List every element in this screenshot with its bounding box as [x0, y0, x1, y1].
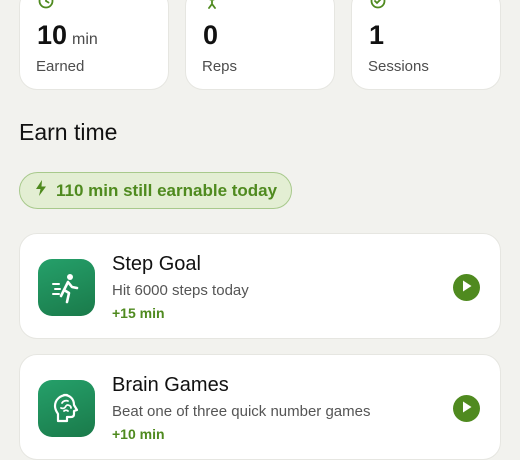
- play-button[interactable]: [453, 274, 480, 301]
- activity-title: Step Goal: [112, 253, 201, 275]
- play-icon: [462, 400, 472, 418]
- walking-icon: [38, 259, 95, 316]
- clock-icon: [37, 0, 55, 11]
- play-button[interactable]: [453, 395, 480, 422]
- activity-card-step-goal[interactable]: Step Goal Hit 6000 steps today +15 min: [19, 233, 501, 339]
- stat-label: Earned: [36, 58, 85, 75]
- stat-card-reps: 0 Reps: [185, 0, 335, 90]
- figure-icon: [203, 0, 221, 11]
- brain-icon: [38, 380, 95, 437]
- section-title: Earn time: [19, 119, 118, 145]
- activity-card-brain-games[interactable]: Brain Games Beat one of three quick numb…: [19, 354, 501, 460]
- bolt-icon: [34, 179, 48, 202]
- stat-unit: min: [72, 31, 98, 48]
- stat-value: 1: [369, 20, 385, 50]
- stat-label: Sessions: [368, 58, 429, 75]
- stat-card-sessions: 1 Sessions: [351, 0, 501, 90]
- earnable-text: 110 min still earnable today: [56, 180, 278, 200]
- activity-description: Hit 6000 steps today: [112, 282, 249, 299]
- stat-label: Reps: [202, 58, 238, 75]
- play-icon: [462, 279, 472, 297]
- stat-value: 0: [203, 20, 219, 50]
- stats-row: 10 min Earned 0 Reps 1 Sessions: [19, 0, 501, 90]
- activity-title: Brain Games: [112, 374, 229, 396]
- activity-reward: +15 min: [112, 305, 165, 321]
- activity-description: Beat one of three quick number games: [112, 403, 371, 420]
- stat-card-earned: 10 min Earned: [19, 0, 169, 90]
- earnable-badge: 110 min still earnable today: [19, 172, 293, 209]
- stat-value: 10: [37, 20, 68, 50]
- check-circle-icon: [369, 0, 387, 11]
- activity-reward: +10 min: [112, 426, 165, 442]
